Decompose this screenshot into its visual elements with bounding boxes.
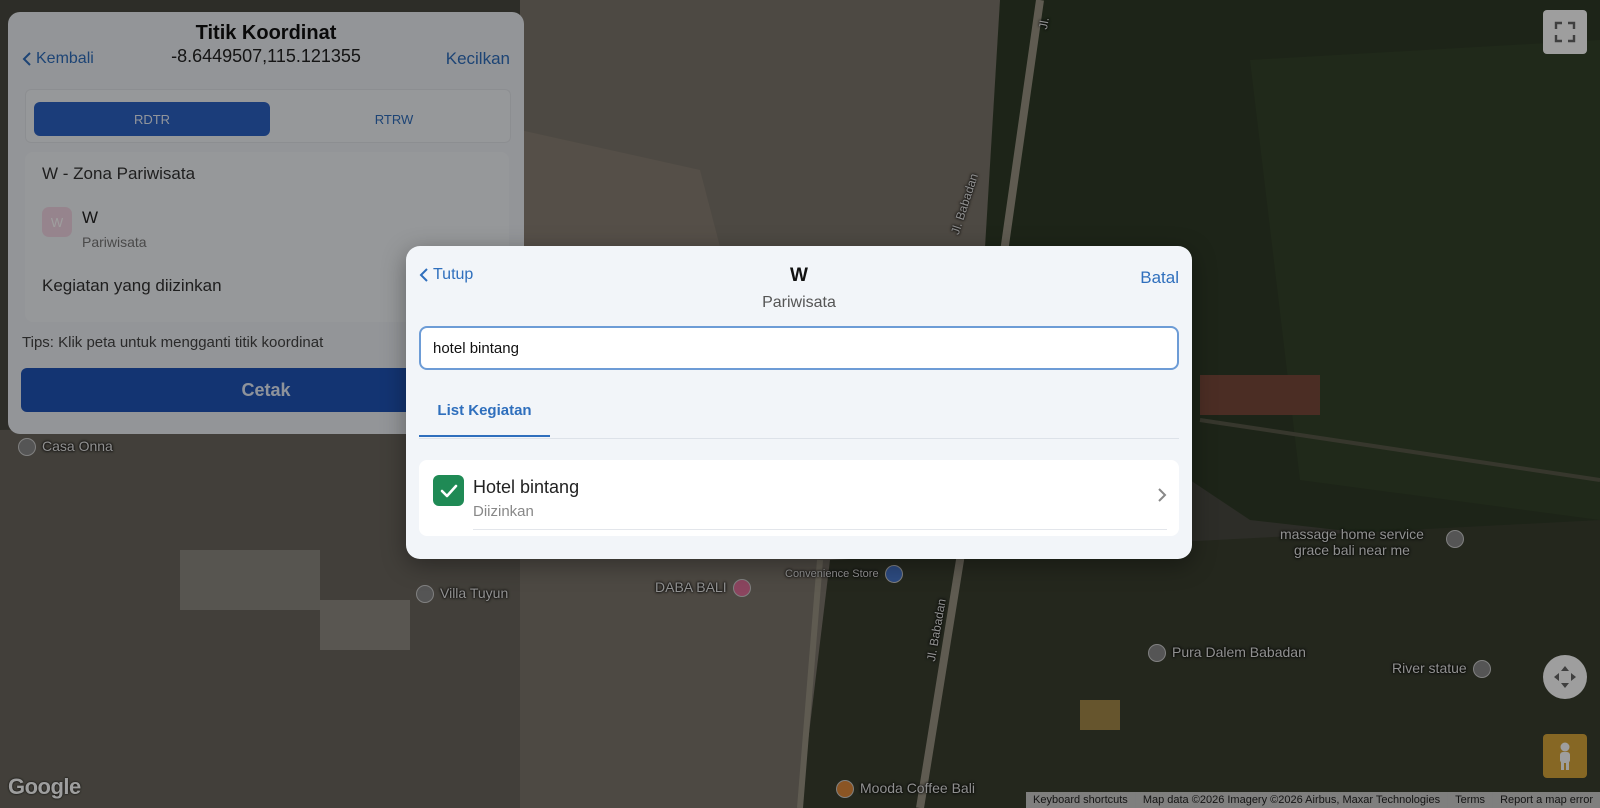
checkmark-icon bbox=[440, 484, 457, 497]
cancel-button[interactable]: Batal bbox=[1140, 268, 1179, 288]
list-divider bbox=[473, 529, 1167, 530]
list-item[interactable]: Hotel bintang Diizinkan bbox=[419, 460, 1179, 536]
list-item-status: Diizinkan bbox=[473, 503, 534, 520]
tab-list-kegiatan[interactable]: List Kegiatan bbox=[419, 386, 550, 437]
list-item-title: Hotel bintang bbox=[473, 477, 580, 497]
modal-subtitle: Pariwisata bbox=[762, 294, 836, 311]
chevron-right-icon bbox=[1158, 488, 1167, 502]
modal-title: W bbox=[790, 265, 808, 286]
checkbox-checked[interactable] bbox=[433, 475, 464, 506]
modal-tab-bar: List Kegiatan bbox=[419, 386, 1179, 439]
search-input[interactable] bbox=[419, 326, 1179, 370]
activity-search-modal: Tutup W Pariwisata Batal List Kegiatan H… bbox=[406, 246, 1192, 559]
